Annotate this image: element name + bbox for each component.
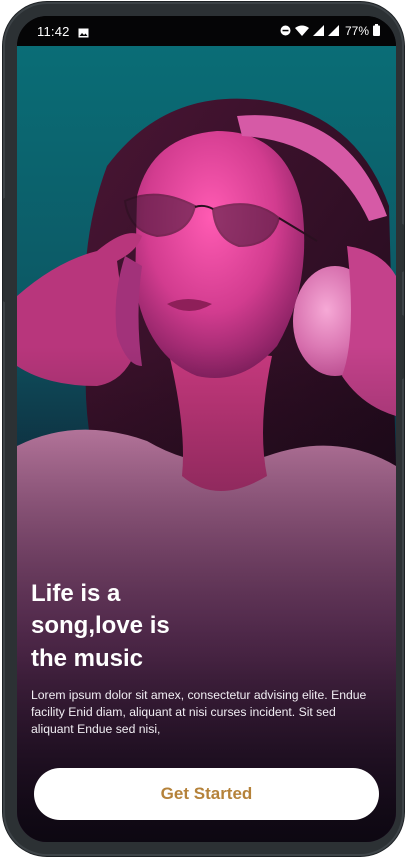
onboarding-description: Lorem ipsum dolor sit amex, consectetur … — [31, 688, 367, 737]
power-button — [399, 224, 404, 272]
image-notification-icon — [78, 26, 89, 38]
status-icons: 77% — [280, 23, 380, 39]
signal-icon — [312, 24, 324, 39]
battery-icon — [373, 23, 380, 39]
phone-screen: 11:42 77% Life is a song,love is the mus… — [17, 16, 396, 842]
side-button — [399, 315, 404, 379]
status-time: 11:42 — [37, 23, 70, 39]
onboarding-title: Life is a song,love is the music — [31, 580, 170, 672]
get-started-button[interactable]: Get Started — [34, 768, 379, 820]
hero-image: Life is a song,love is the music Lorem i… — [17, 46, 396, 842]
wifi-icon — [294, 24, 309, 39]
do-not-disturb-icon — [280, 24, 291, 39]
signal-icon — [327, 24, 339, 39]
volume-button — [3, 198, 8, 302]
status-bar: 11:42 77% — [17, 16, 396, 46]
onboarding-text: Life is a song,love is the music Lorem i… — [31, 578, 381, 738]
battery-percentage: 77% — [344, 24, 369, 38]
phone-frame: 11:42 77% Life is a song,love is the mus… — [3, 2, 404, 856]
